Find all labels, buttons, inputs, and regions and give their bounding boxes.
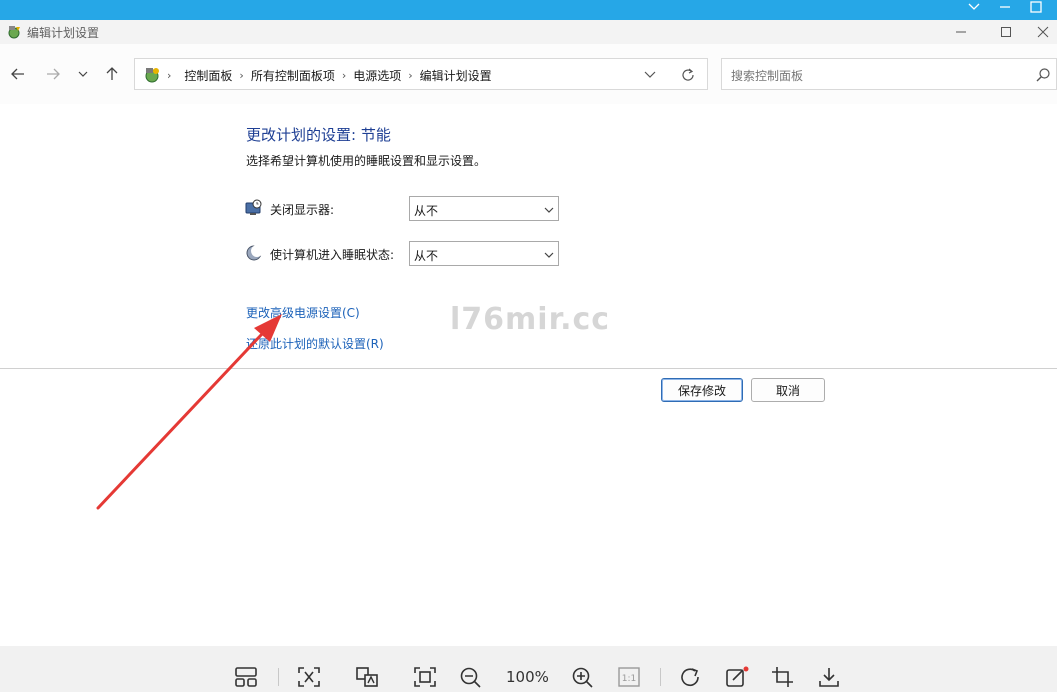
zoom-out-icon[interactable] [457,664,485,690]
original-size-icon[interactable]: 1:1 [615,664,643,690]
zoom-level: 100% [506,668,549,686]
zoom-in-icon[interactable] [569,664,597,690]
edit-icon[interactable] [723,664,751,690]
toolbar-divider [278,668,279,686]
translate-icon[interactable] [353,664,381,690]
fit-screen-icon[interactable] [295,664,323,690]
annotation-arrow-icon [96,314,282,510]
crop-icon[interactable] [769,664,797,690]
layout-grid-icon[interactable] [232,664,260,690]
download-icon[interactable] [815,664,843,690]
actual-frame-icon[interactable] [411,664,439,690]
toolbar-divider [660,668,661,686]
rotate-icon[interactable] [677,664,705,690]
image-viewer-toolbar: 100% 1:1 [0,646,1057,692]
svg-text:1:1: 1:1 [622,674,636,684]
